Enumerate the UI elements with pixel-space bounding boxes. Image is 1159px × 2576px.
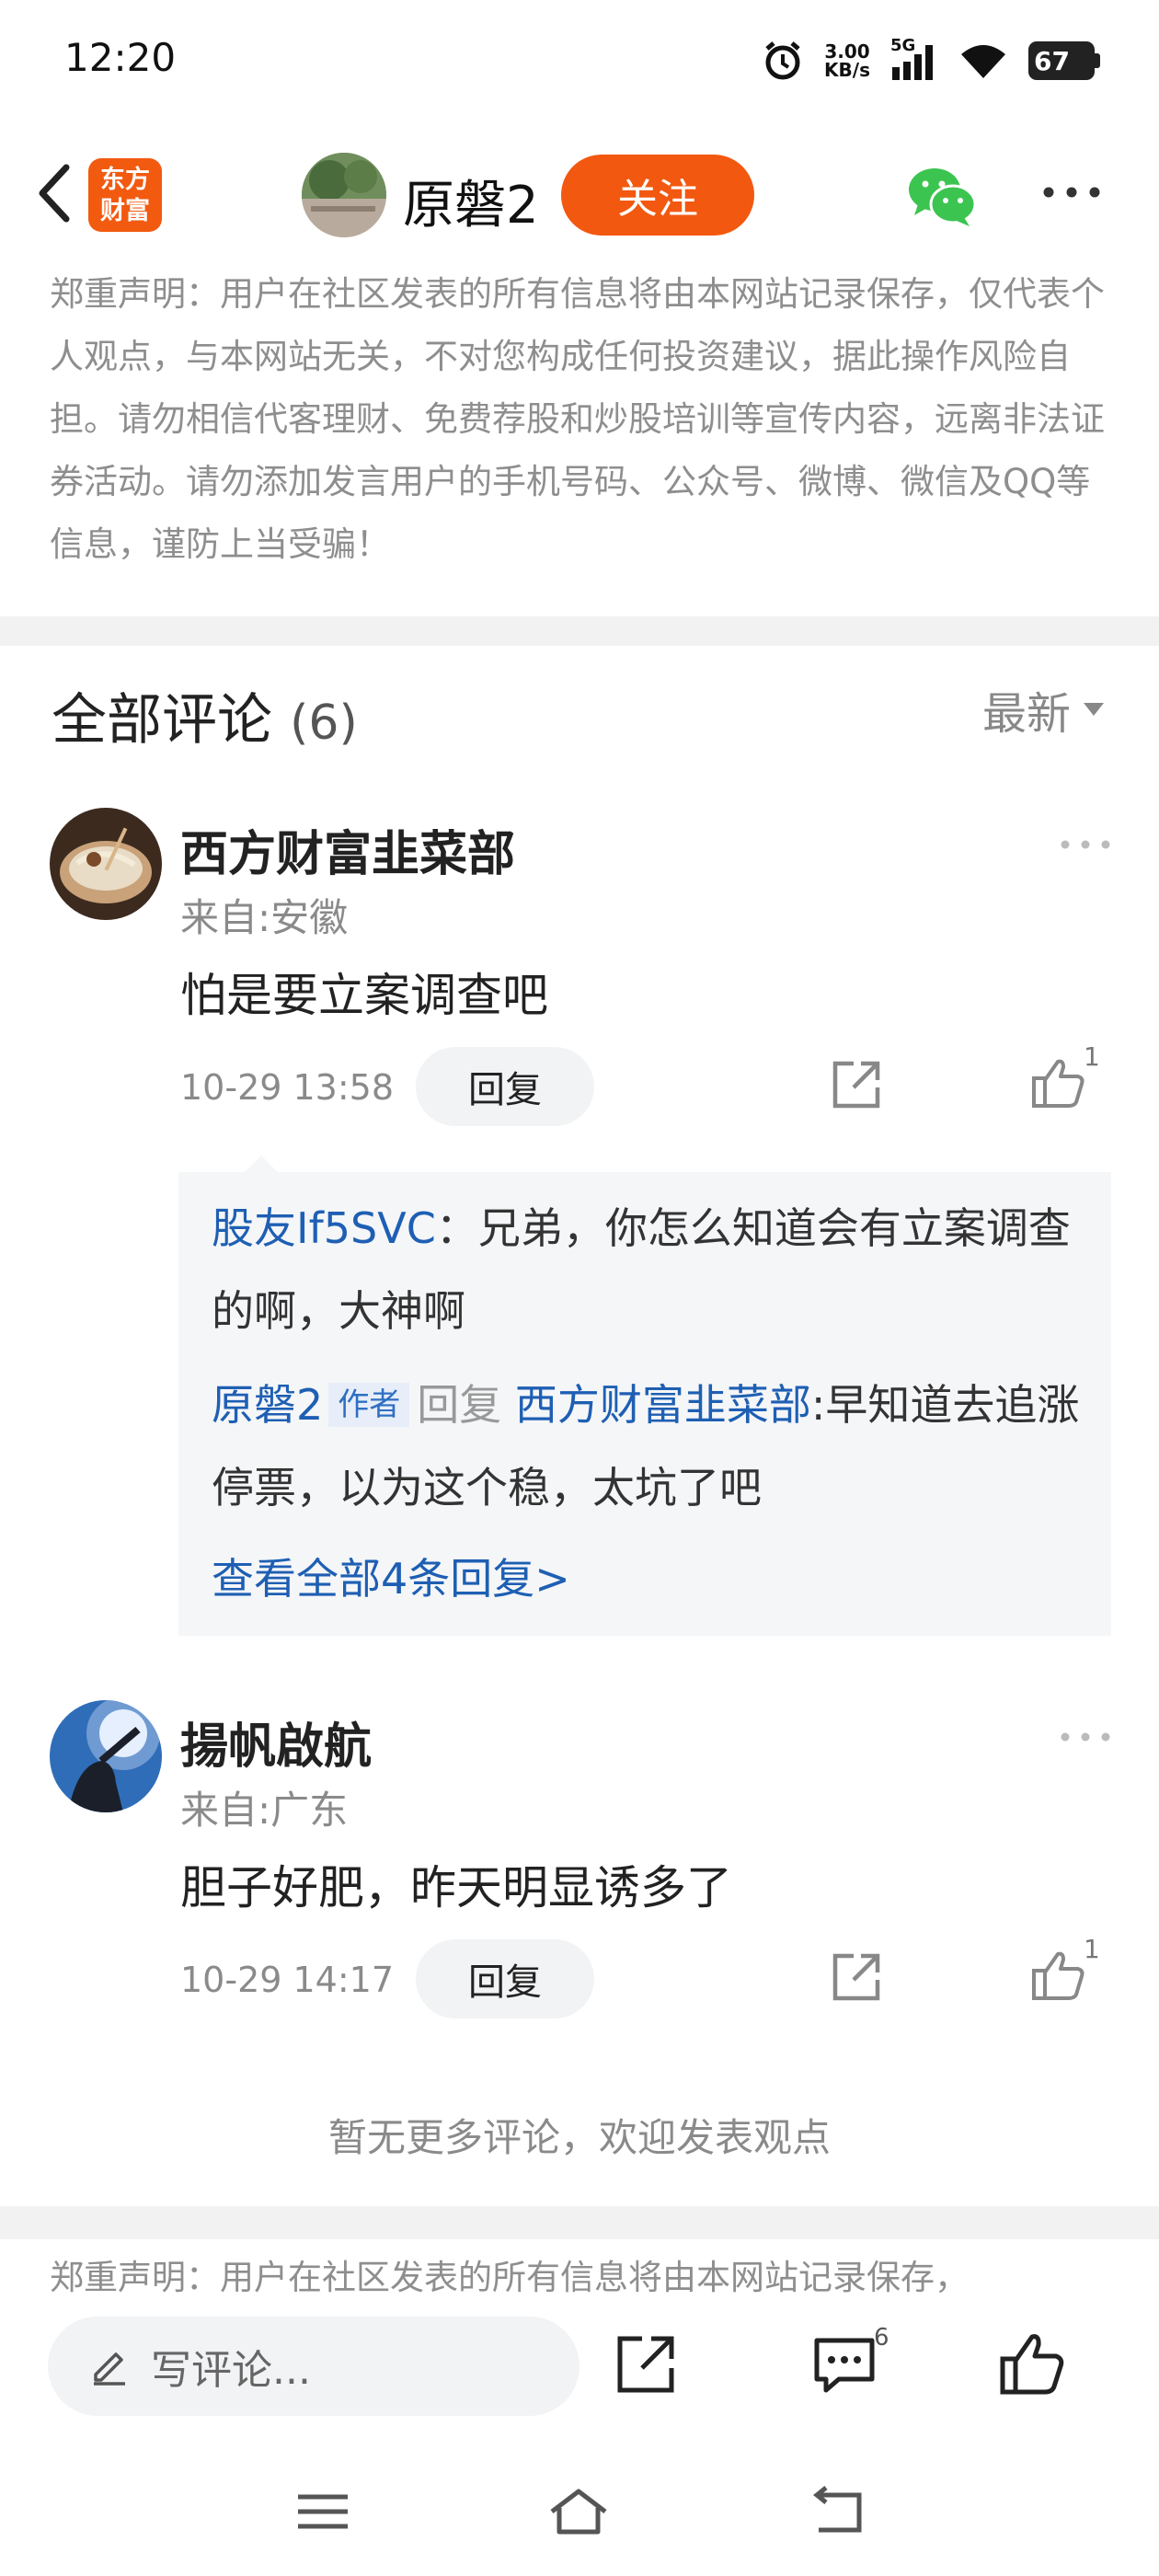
network-speed: 3.00 KB/s xyxy=(824,40,870,81)
share-icon[interactable] xyxy=(828,1056,885,1113)
status-icons: 3.00 KB/s 5G 67 xyxy=(762,33,1100,88)
comment-icon[interactable] xyxy=(809,2329,879,2399)
commenter-location: 来自:安徽 xyxy=(180,895,349,940)
disclaimer-footer: 郑重声明：用户在社区发表的所有信息将由本网站记录保存， xyxy=(50,2258,969,2297)
view-all-replies-link[interactable]: 查看全部4条回复> xyxy=(212,1546,570,1606)
reply-button[interactable]: 回复 xyxy=(416,1939,594,2018)
commenter-name[interactable]: 揚帆啟航 xyxy=(180,1708,372,1777)
comment-input[interactable]: 写评论... xyxy=(48,2317,580,2416)
like-count: 1 xyxy=(1084,1041,1100,1072)
commenter-avatar[interactable] xyxy=(50,1700,162,1812)
comment-text: 怕是要立案调查吧 xyxy=(180,969,548,1022)
reply-user[interactable]: 股友If5SVC xyxy=(212,1203,436,1253)
signal-indicator: 5G xyxy=(890,36,938,82)
app-logo[interactable]: 东方 财富 xyxy=(88,158,162,232)
disclaimer: 郑重声明：用户在社区发表的所有信息将由本网站记录保存，仅代表个人观点，与本网站无… xyxy=(50,274,1105,564)
comments-title: 全部评论 (6) xyxy=(52,688,358,753)
follow-button[interactable]: 关注 xyxy=(561,155,754,236)
wechat-share-icon[interactable] xyxy=(907,164,977,228)
commenter-avatar[interactable] xyxy=(50,808,162,920)
more-options-icon[interactable] xyxy=(1039,178,1104,206)
share-icon[interactable] xyxy=(828,1949,885,2006)
bottom-action-bar: 写评论... 6 xyxy=(0,2296,1159,2434)
reply-user[interactable]: 原磐2 xyxy=(212,1380,323,1430)
comment-count-badge: 6 xyxy=(874,2324,889,2352)
no-more-comments: 暂无更多评论，欢迎发表观点 xyxy=(327,2115,831,2160)
reply-item[interactable]: 股友If5SVC：兄弟，你怎么知道会有立案调查的啊，大神啊 xyxy=(212,1187,1085,1352)
share-icon[interactable] xyxy=(611,2329,681,2399)
comment-time: 10-29 14:17 xyxy=(180,1960,395,2000)
replies-box: 股友If5SVC：兄弟，你怎么知道会有立案调查的啊，大神啊 原磐2 作者 回复 西方… xyxy=(178,1172,1111,1636)
commenter-name[interactable]: 西方财富韭菜部 xyxy=(180,815,515,884)
back-nav-icon[interactable] xyxy=(806,2484,870,2539)
status-time: 12:20 xyxy=(64,35,177,80)
system-nav-bar xyxy=(0,2447,1159,2576)
reply-item[interactable]: 原磐2 作者 回复 西方财富韭菜部:早知道去追涨停票，以为这个稳，太坑了吧 xyxy=(212,1363,1085,1529)
signal-icon xyxy=(892,45,933,80)
wifi-icon xyxy=(961,45,1005,78)
reply-target[interactable]: 西方财富韭菜部 xyxy=(515,1380,811,1430)
comment-more-icon[interactable] xyxy=(1058,835,1113,854)
replies-pointer xyxy=(245,1156,278,1172)
section-divider xyxy=(0,2206,1159,2239)
home-icon[interactable] xyxy=(546,2484,611,2539)
like-icon[interactable] xyxy=(1030,1054,1087,1111)
caret-down-icon xyxy=(1084,703,1104,716)
comment-time: 10-29 13:58 xyxy=(180,1067,395,1108)
comment-input-placeholder: 写评论... xyxy=(151,2347,311,2394)
like-count: 1 xyxy=(1084,1934,1100,1964)
battery-indicator: 67 xyxy=(1028,41,1100,80)
post-header: 东方 财富 原磐2 关注 xyxy=(0,138,1159,258)
sort-dropdown[interactable]: 最新 xyxy=(982,677,1104,742)
like-icon[interactable] xyxy=(997,2329,1067,2399)
alarm-icon xyxy=(765,41,800,80)
section-divider xyxy=(0,616,1159,646)
pencil-icon xyxy=(94,2352,125,2386)
status-bar: 12:20 3.00 KB/s 5G 67 xyxy=(0,0,1159,120)
like-icon[interactable] xyxy=(1030,1947,1087,2004)
menu-icon[interactable] xyxy=(291,2484,355,2539)
commenter-location: 来自:广东 xyxy=(180,1788,349,1833)
author-name[interactable]: 原磐2 xyxy=(403,164,539,238)
author-badge: 作者 xyxy=(328,1382,410,1427)
comments-count: (6) xyxy=(290,696,358,751)
author-avatar[interactable] xyxy=(302,153,386,237)
back-icon[interactable] xyxy=(22,156,96,230)
reply-button[interactable]: 回复 xyxy=(416,1047,594,1126)
comment-text: 胆子好肥，昨天明显诱多了 xyxy=(180,1861,732,1915)
comment-more-icon[interactable] xyxy=(1058,1728,1113,1746)
